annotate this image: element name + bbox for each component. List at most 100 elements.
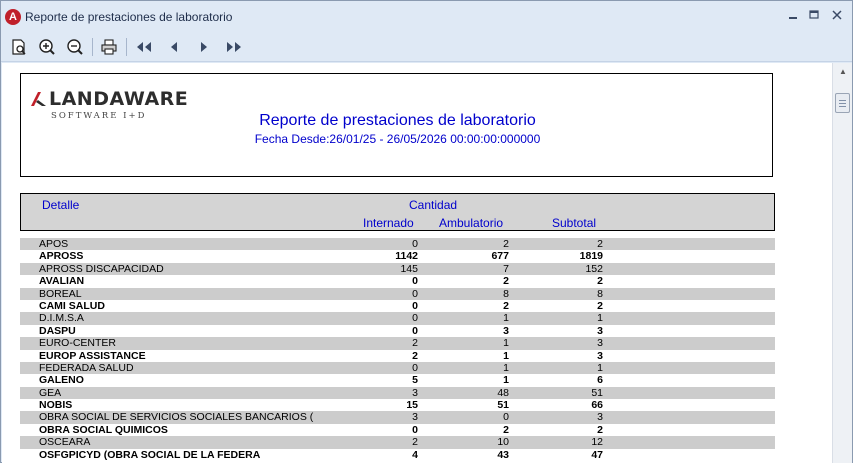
row-ambulatorio: 1 bbox=[503, 374, 509, 387]
row-subtotal: 152 bbox=[585, 262, 603, 275]
minimize-button[interactable] bbox=[782, 8, 804, 24]
column-ambulatorio: Ambulatorio bbox=[439, 216, 504, 230]
row-internado: 0 bbox=[412, 275, 418, 288]
row-ambulatorio: 2 bbox=[503, 423, 509, 436]
row-internado: 145 bbox=[400, 262, 418, 275]
table-row: DASPU 0 3 3 bbox=[20, 325, 775, 337]
row-name: OSFGPICYD (OBRA SOCIAL DE LA FEDERA bbox=[39, 448, 261, 461]
row-name: APOS bbox=[39, 238, 69, 250]
row-ambulatorio: 7 bbox=[503, 262, 509, 275]
page-setup-button[interactable] bbox=[8, 37, 30, 57]
column-internado: Internado bbox=[363, 216, 414, 230]
last-page-button[interactable] bbox=[223, 37, 245, 57]
row-ambulatorio: 3 bbox=[503, 324, 509, 337]
row-subtotal: 47 bbox=[591, 448, 603, 461]
row-subtotal: 3 bbox=[597, 337, 603, 350]
row-internado: 0 bbox=[412, 238, 418, 250]
row-subtotal: 51 bbox=[591, 386, 603, 399]
row-internado: 15 bbox=[406, 399, 418, 412]
row-subtotal: 1 bbox=[597, 312, 603, 325]
row-ambulatorio: 10 bbox=[497, 436, 509, 449]
row-subtotal: 1819 bbox=[579, 250, 603, 263]
toolbar bbox=[1, 32, 852, 62]
row-name: GEA bbox=[39, 386, 62, 399]
table-row: GEA 3 48 51 bbox=[20, 386, 775, 400]
row-subtotal: 66 bbox=[591, 399, 603, 412]
table-row: FEDERADA SALUD 0 1 1 bbox=[20, 361, 775, 375]
row-name: APROSS bbox=[39, 250, 84, 263]
row-name: OBRA SOCIAL DE SERVICIOS SOCIALES BANCAR… bbox=[39, 411, 314, 424]
close-button[interactable] bbox=[826, 8, 848, 24]
previous-page-icon bbox=[171, 42, 177, 52]
row-ambulatorio: 1 bbox=[503, 361, 509, 374]
landaware-logo-icon bbox=[31, 92, 46, 106]
table-row: OBRA SOCIAL QUIMICOS 0 2 2 bbox=[20, 424, 775, 436]
table-row: EURO-CENTER 2 1 3 bbox=[20, 337, 775, 350]
title-bar[interactable]: A Reporte de prestaciones de laboratorio bbox=[1, 1, 852, 32]
table-row: GALENO 5 1 6 bbox=[20, 374, 775, 386]
row-ambulatorio: 8 bbox=[503, 287, 509, 300]
row-internado: 5 bbox=[412, 374, 418, 387]
landaware-app-icon[interactable]: A bbox=[5, 9, 21, 25]
report-title: Reporte de prestaciones de laboratorio bbox=[259, 112, 536, 129]
table-row: APROSS 1142 677 1819 bbox=[20, 250, 775, 262]
table-row: AVALIAN 0 2 2 bbox=[20, 275, 775, 287]
print-icon bbox=[101, 39, 117, 55]
row-subtotal: 6 bbox=[597, 374, 603, 387]
row-name: OBRA SOCIAL QUIMICOS bbox=[39, 423, 168, 436]
report-viewport[interactable]: LANDAWARE SOFTWARE I+D Reporte de presta… bbox=[2, 63, 832, 463]
last-page-icon bbox=[227, 42, 241, 52]
row-internado: 0 bbox=[412, 312, 418, 325]
scroll-up-icon[interactable]: ▲ bbox=[837, 67, 849, 77]
row-name: BOREAL bbox=[39, 287, 82, 300]
table-row: D.I.M.S.A 0 1 1 bbox=[20, 312, 775, 325]
row-internado: 0 bbox=[412, 324, 418, 337]
vertical-scrollbar[interactable]: ▲ bbox=[832, 63, 852, 463]
scroll-thumb[interactable] bbox=[835, 93, 850, 113]
row-name: EURO-CENTER bbox=[39, 337, 117, 350]
row-name: EUROP ASSISTANCE bbox=[39, 349, 146, 362]
row-subtotal: 1 bbox=[597, 361, 603, 374]
row-internado: 3 bbox=[412, 386, 418, 399]
page-setup-icon bbox=[12, 39, 26, 55]
row-subtotal: 2 bbox=[597, 299, 603, 312]
zoom-in-icon bbox=[39, 39, 55, 55]
table-row: EUROP ASSISTANCE 2 1 3 bbox=[20, 350, 775, 362]
table-row: APOS 0 2 2 bbox=[20, 238, 775, 251]
toolbar-separator bbox=[126, 38, 127, 56]
next-page-icon bbox=[201, 42, 207, 52]
row-name: DASPU bbox=[39, 324, 76, 337]
maximize-icon bbox=[809, 10, 819, 19]
column-header: Detalle Cantidad Internado Ambulatorio S… bbox=[20, 193, 775, 231]
window-title: Reporte de prestaciones de laboratorio bbox=[25, 10, 233, 24]
close-icon bbox=[832, 10, 842, 20]
table-row: OSCEARA 2 10 12 bbox=[20, 436, 775, 449]
row-name: APROSS DISCAPACIDAD bbox=[39, 262, 164, 275]
row-ambulatorio: 2 bbox=[503, 299, 509, 312]
table-row: OBRA SOCIAL DE SERVICIOS SOCIALES BANCAR… bbox=[20, 411, 775, 424]
row-ambulatorio: 677 bbox=[491, 250, 509, 263]
zoom-out-button[interactable] bbox=[64, 37, 86, 57]
zoom-in-button[interactable] bbox=[36, 37, 58, 57]
column-cantidad: Cantidad bbox=[409, 198, 458, 212]
print-button[interactable] bbox=[98, 37, 120, 57]
previous-page-button[interactable] bbox=[163, 37, 185, 57]
table-row: CAMI SALUD 0 2 2 bbox=[20, 300, 775, 312]
column-subtotal: Subtotal bbox=[552, 216, 597, 230]
row-internado: 2 bbox=[412, 337, 418, 350]
row-ambulatorio: 1 bbox=[503, 349, 509, 362]
row-name: OSCEARA bbox=[39, 436, 91, 449]
row-internado: 4 bbox=[412, 448, 418, 461]
row-subtotal: 2 bbox=[597, 423, 603, 436]
row-subtotal: 3 bbox=[597, 324, 603, 337]
row-internado: 0 bbox=[412, 423, 418, 436]
row-internado: 0 bbox=[412, 287, 418, 300]
next-page-button[interactable] bbox=[193, 37, 215, 57]
row-subtotal: 12 bbox=[591, 436, 603, 449]
minimize-icon bbox=[789, 17, 797, 19]
row-subtotal: 2 bbox=[597, 238, 603, 250]
row-subtotal: 3 bbox=[597, 411, 603, 424]
first-page-button[interactable] bbox=[133, 37, 155, 57]
maximize-button[interactable] bbox=[803, 8, 825, 24]
row-ambulatorio: 0 bbox=[503, 411, 509, 424]
